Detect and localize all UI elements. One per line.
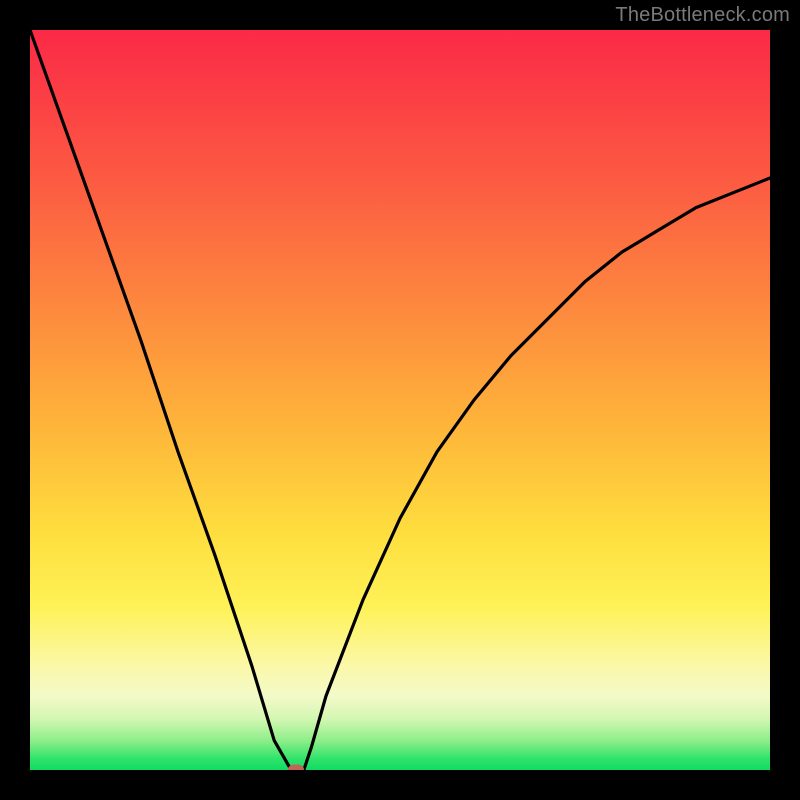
chart-frame: TheBottleneck.com [0, 0, 800, 800]
bottleneck-curve [30, 30, 770, 770]
optimal-point-marker [288, 765, 304, 771]
watermark-text: TheBottleneck.com [615, 4, 790, 27]
plot-area [30, 30, 770, 770]
